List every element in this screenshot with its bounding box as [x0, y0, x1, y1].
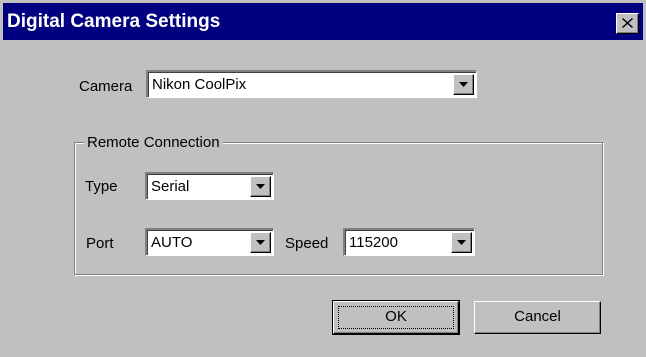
close-icon — [622, 18, 633, 28]
camera-dropdown-button[interactable] — [453, 74, 474, 95]
title-bar[interactable]: Digital Camera Settings — [3, 3, 643, 40]
type-select[interactable]: Serial — [145, 172, 274, 200]
cancel-button[interactable]: Cancel — [474, 301, 601, 334]
port-dropdown-button[interactable] — [250, 232, 271, 253]
camera-select[interactable]: Nikon CoolPix — [146, 70, 477, 98]
camera-label: Camera — [79, 78, 133, 95]
dialog-window: Digital Camera Settings Camera Nikon Coo… — [0, 0, 646, 357]
speed-value: 115200 — [349, 234, 398, 251]
remote-connection-legend: Remote Connection — [84, 134, 223, 151]
ok-focus-rect — [338, 306, 454, 329]
type-dropdown-button[interactable] — [250, 176, 271, 197]
speed-select[interactable]: 115200 — [343, 228, 475, 256]
speed-label: Speed — [285, 235, 329, 252]
type-value: Serial — [151, 178, 190, 195]
chevron-down-icon — [256, 184, 265, 189]
chevron-down-icon — [256, 240, 265, 245]
camera-value: Nikon CoolPix — [152, 76, 247, 93]
ok-button[interactable]: OK — [332, 300, 460, 335]
port-label: Port — [86, 235, 114, 252]
speed-dropdown-button[interactable] — [451, 232, 472, 253]
window-title: Digital Camera Settings — [7, 11, 221, 32]
chevron-down-icon — [459, 82, 468, 87]
port-value: AUTO — [151, 234, 193, 251]
port-select[interactable]: AUTO — [145, 228, 274, 256]
cancel-label: Cancel — [514, 308, 561, 325]
type-label: Type — [85, 178, 118, 195]
chevron-down-icon — [457, 240, 466, 245]
close-button[interactable] — [616, 13, 639, 34]
